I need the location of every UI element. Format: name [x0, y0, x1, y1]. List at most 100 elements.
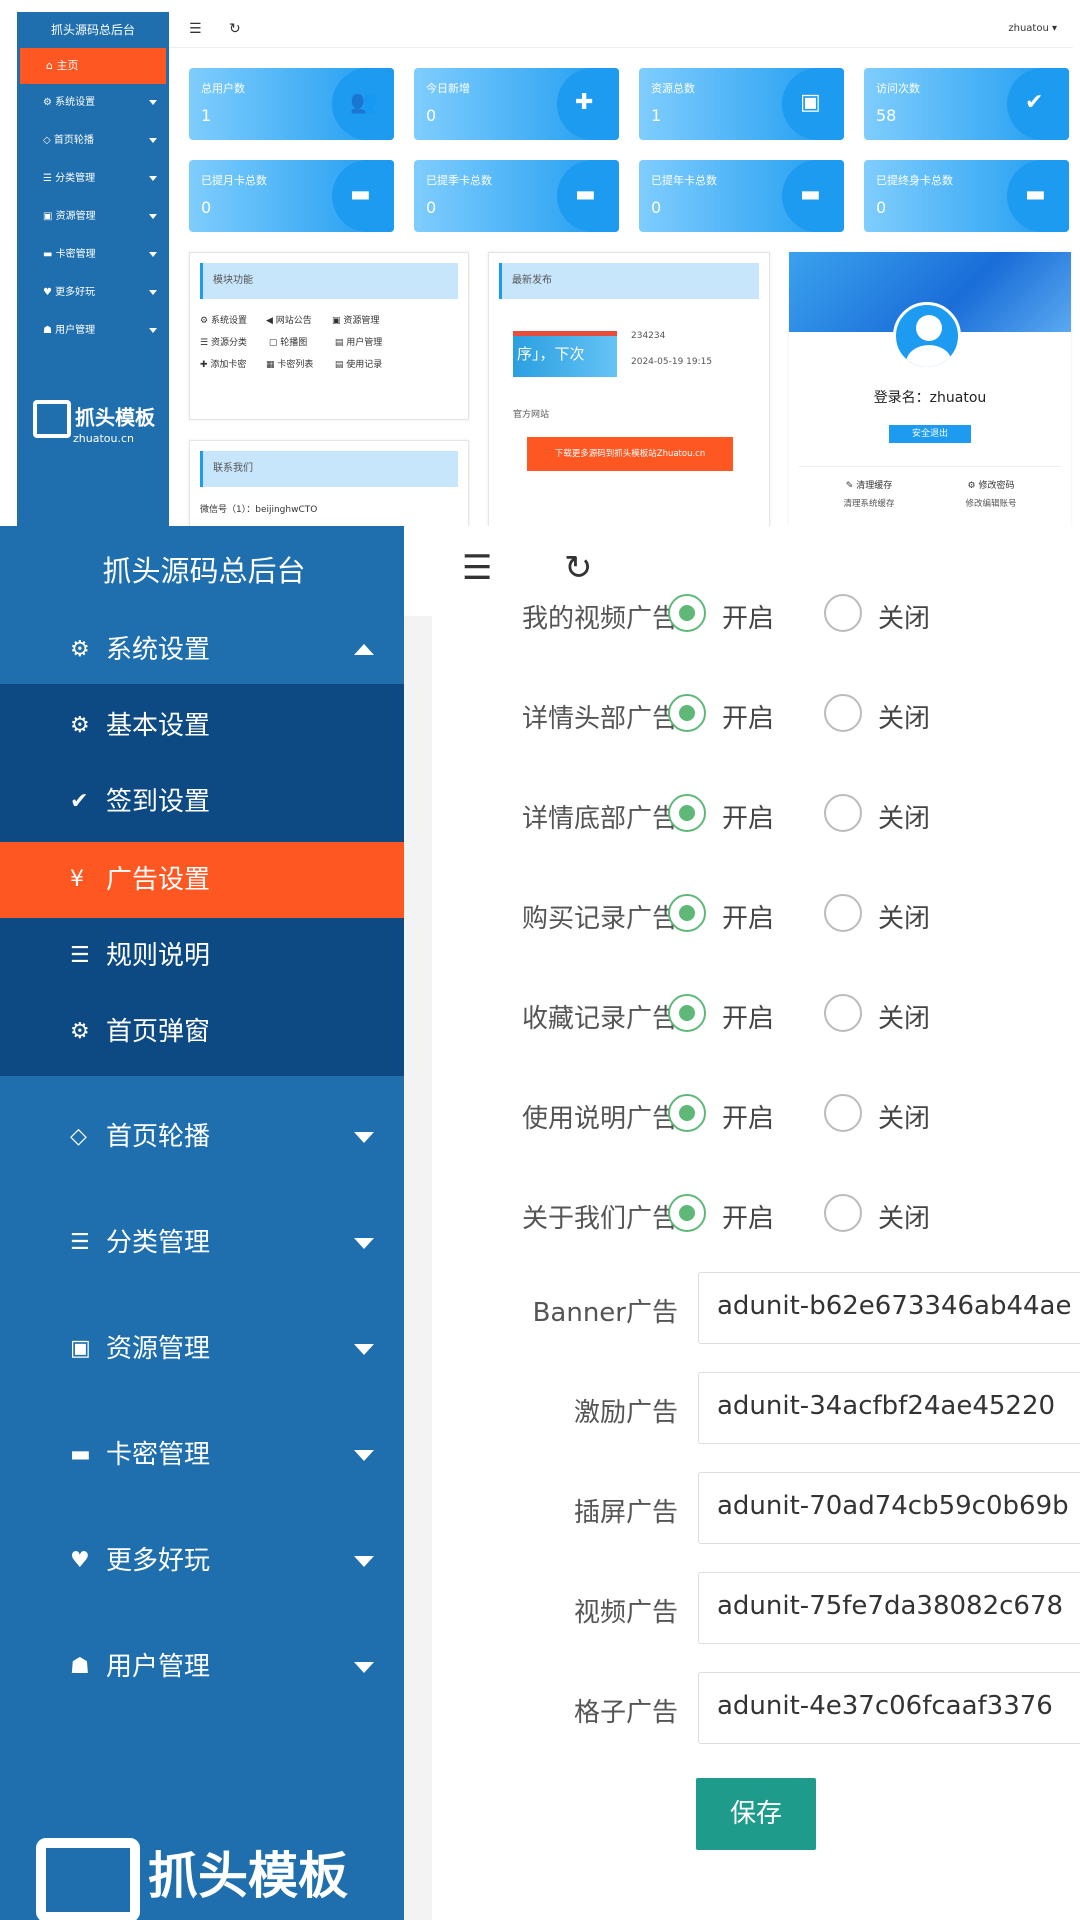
field-label: 详情底部广告	[521, 804, 678, 834]
news-thumbnail[interactable]	[513, 331, 617, 377]
module-link[interactable]: ✚ 添加卡密	[200, 357, 266, 370]
module-link[interactable]: ▤ 使用记录	[335, 357, 401, 370]
field-label: 详情头部广告	[521, 704, 678, 734]
check-icon: ✔	[70, 789, 89, 814]
chevron-down-icon	[149, 252, 157, 257]
module-link[interactable]: ▦ 卡密列表	[266, 357, 332, 370]
field-label: 收藏记录广告	[521, 1004, 678, 1034]
chevron-down-icon	[354, 1556, 374, 1567]
radio-on[interactable]	[668, 1094, 706, 1132]
sidebar-item-more[interactable]: ♥ 更多好玩	[17, 274, 169, 312]
clear-cache-action[interactable]: ✎ 清理缓存 清理系统缓存	[809, 478, 929, 509]
chevron-down-icon	[354, 1662, 374, 1673]
news-title[interactable]: 234234	[631, 331, 665, 341]
list-icon: ☰	[70, 1230, 90, 1255]
module-link[interactable]: ⚙ 系统设置	[200, 313, 266, 326]
brand-logo: 抓头模板 zhuatou.cn	[33, 400, 155, 445]
sidebar-item-resources[interactable]: ▣ 资源管理	[0, 1304, 404, 1394]
card-icon: ▬	[350, 182, 371, 207]
sidebar-brand: 抓头源码总后台	[102, 554, 306, 588]
panel-title: 模块功能	[200, 263, 458, 299]
form-row: 格子广告 adunit-4e37c06fcaaf3376	[432, 1672, 1080, 1752]
sidebar-item-users[interactable]: ☗ 用户管理	[17, 312, 169, 350]
dashboard-screenshot: 抓头源码总后台 ⌂ 主页 ⚙ 系统设置 ◇ 首页轮播 ☰ 分类管理 ▣ 资源管理…	[0, 0, 1080, 526]
radio-on[interactable]	[668, 594, 706, 632]
sidebar-item-category[interactable]: ☰ 分类管理	[0, 1198, 404, 1288]
radio-off[interactable]	[824, 794, 862, 832]
module-link[interactable]: ▢ 轮播图	[269, 335, 335, 348]
submenu-item-rules[interactable]: ☰ 规则说明	[0, 918, 404, 994]
sidebar-item-more[interactable]: ♥ 更多好玩	[0, 1516, 404, 1606]
module-link[interactable]: ☰ 资源分类	[200, 335, 266, 348]
chevron-down-icon	[354, 1450, 374, 1461]
radio-on[interactable]	[668, 794, 706, 832]
chevron-down-icon	[354, 1344, 374, 1355]
form-row: 收藏记录广告 开启 关闭	[432, 994, 1080, 1054]
radio-off[interactable]	[824, 1094, 862, 1132]
sidebar-item-carousel[interactable]: ◇ 首页轮播	[0, 1092, 404, 1182]
submenu-item-basic[interactable]: ⚙ 基本设置	[0, 688, 404, 764]
sidebar-item-category[interactable]: ☰ 分类管理	[17, 160, 169, 198]
radio-on[interactable]	[668, 994, 706, 1032]
submenu-item-popup[interactable]: ⚙ 首页弹窗	[0, 994, 404, 1070]
heart-icon: ♥	[70, 1548, 90, 1573]
check-icon: ✔	[1025, 90, 1044, 115]
radio-off[interactable]	[824, 594, 862, 632]
chevron-down-icon	[149, 290, 157, 295]
radio-off[interactable]	[824, 694, 862, 732]
stat-card: 已提终身卡总数 0 ▬	[864, 160, 1069, 232]
field-label: 插屏广告	[573, 1498, 678, 1528]
refresh-icon[interactable]: ↻	[229, 21, 241, 37]
module-link[interactable]: ▣ 资源管理	[332, 313, 398, 326]
sidebar-item-resources[interactable]: ▣ 资源管理	[17, 198, 169, 236]
submenu-item-ads[interactable]: ¥ 广告设置	[0, 842, 404, 918]
stat-card: 总用户数 1 👥	[189, 68, 394, 140]
stat-card: 已提季卡总数 0 ▬	[414, 160, 619, 232]
download-button[interactable]: 下载更多源码到抓头模板站Zhuatou.cn	[527, 437, 733, 471]
ad-settings-screenshot: 抓头源码总后台 ⚙ 系统设置 ⚙ 基本设置 ✔ 签到设置 ¥ 广告设置 ☰ 规则说明 ⚙ 首…	[0, 526, 1080, 1920]
menu-collapse-icon[interactable]: ☰	[189, 21, 202, 37]
radio-off[interactable]	[824, 894, 862, 932]
sidebar-item-cards[interactable]: ▬ 卡密管理	[17, 236, 169, 274]
radio-on[interactable]	[668, 694, 706, 732]
user-menu[interactable]: zhuatou ▾	[1008, 23, 1057, 34]
sidebar-item-carousel[interactable]: ◇ 首页轮播	[17, 122, 169, 160]
logout-button[interactable]: 安全退出	[889, 425, 971, 443]
sidebar-item-users[interactable]: ☗ 用户管理	[0, 1622, 404, 1712]
refresh-icon[interactable]: ↻	[564, 548, 593, 588]
banner-ad-input[interactable]: adunit-b62e673346ab44ae	[698, 1272, 1080, 1344]
chevron-down-icon	[354, 1238, 374, 1249]
gear-icon: ⚙	[70, 637, 90, 662]
radio-off[interactable]	[824, 1194, 862, 1232]
change-password-action[interactable]: ⚙ 修改密码 修改编辑账号	[931, 478, 1051, 509]
save-button[interactable]: 保存	[696, 1778, 816, 1850]
grid-ad-input[interactable]: adunit-4e37c06fcaaf3376	[698, 1672, 1080, 1744]
module-link[interactable]: ▤ 用户管理	[335, 335, 401, 348]
video-ad-input[interactable]: adunit-75fe7da38082c678	[698, 1572, 1080, 1644]
save-icon: ▣	[800, 90, 821, 115]
news-panel: 最新发布 234234 2024-05-19 19:15 官方网站 下载更多源码…	[488, 252, 770, 526]
menu-collapse-icon[interactable]: ☰	[462, 548, 492, 588]
radio-on[interactable]	[668, 1194, 706, 1232]
sidebar-item-system[interactable]: ⚙ 系统设置	[0, 616, 404, 684]
users-icon: ☗	[70, 1654, 90, 1679]
panel-title: 联系我们	[200, 451, 458, 487]
field-label: 使用说明广告	[521, 1104, 678, 1134]
module-link[interactable]: ◀ 网站公告	[266, 313, 332, 326]
sidebar-item-home[interactable]: ⌂ 主页	[20, 48, 166, 84]
form-row: Banner广告 adunit-b62e673346ab44ae	[432, 1272, 1080, 1352]
contact-line: 微信号（1）：beijinghwCTO	[200, 505, 318, 515]
top-header: ☰ ↻ zhuatou ▾	[169, 12, 1073, 48]
reward-ad-input[interactable]: adunit-34acfbf24ae45220	[698, 1372, 1080, 1444]
chevron-down-icon	[149, 100, 157, 105]
form-row: 关于我们广告 开启 关闭	[432, 1194, 1080, 1254]
chevron-down-icon	[149, 176, 157, 181]
sidebar-item-cards[interactable]: ▬ 卡密管理	[0, 1410, 404, 1500]
radio-off[interactable]	[824, 994, 862, 1032]
field-label: 我的视频广告	[521, 604, 678, 634]
radio-on[interactable]	[668, 894, 706, 932]
submenu-item-signin[interactable]: ✔ 签到设置	[0, 764, 404, 840]
interstitial-ad-input[interactable]: adunit-70ad74cb59c0b69b	[698, 1472, 1080, 1544]
sidebar-item-system[interactable]: ⚙ 系统设置	[17, 84, 169, 122]
site-label: 官方网站	[513, 410, 550, 420]
